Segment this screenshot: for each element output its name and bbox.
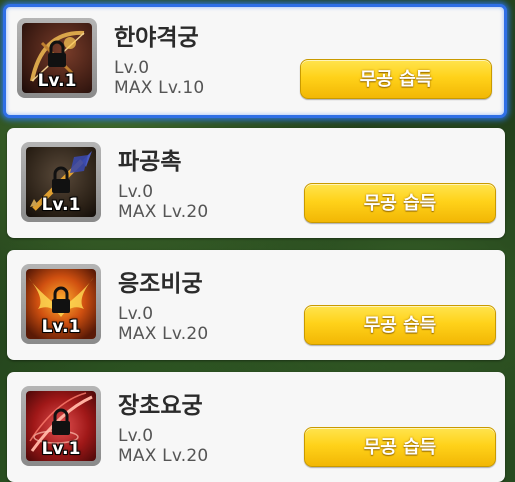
skill-icon-frame: Lv.1 — [21, 142, 101, 222]
current-level: Lv.0 — [118, 426, 154, 446]
learn-skill-button[interactable]: 무공 습득 — [300, 59, 492, 99]
flame-wings-icon: Lv.1 — [26, 269, 96, 339]
skill-card-pagongchok[interactable]: Lv.1 파공촉 Lv.0 MAX Lv.20 무공 습득 — [7, 128, 505, 238]
level-badge: Lv.1 — [41, 439, 81, 459]
skill-card-jangchoyogung[interactable]: Lv.1 장초요궁 Lv.0 MAX Lv.20 무공 습득 — [7, 372, 505, 482]
level-badge: Lv.1 — [37, 71, 77, 91]
max-level: MAX Lv.10 — [114, 78, 205, 98]
skill-list: Lv.1 한야격궁 Lv.0 MAX Lv.10 무공 습득 Lv.1 파공촉 — [0, 0, 515, 482]
learn-skill-button[interactable]: 무공 습득 — [304, 427, 496, 467]
max-level: MAX Lv.20 — [118, 202, 209, 222]
skill-card-hanyagyeokgung[interactable]: Lv.1 한야격궁 Lv.0 MAX Lv.10 무공 습득 — [3, 4, 507, 118]
skill-icon-frame: Lv.1 — [21, 386, 101, 466]
skill-name: 파공촉 — [118, 149, 182, 175]
level-badge: Lv.1 — [41, 195, 81, 215]
crimson-slash-icon: Lv.1 — [26, 391, 96, 461]
current-level: Lv.0 — [114, 58, 150, 78]
max-level: MAX Lv.20 — [118, 446, 209, 466]
level-badge: Lv.1 — [41, 317, 81, 337]
learn-skill-button[interactable]: 무공 습득 — [304, 183, 496, 223]
current-level: Lv.0 — [118, 182, 154, 202]
skill-name: 한야격궁 — [114, 25, 199, 51]
current-level: Lv.0 — [118, 304, 154, 324]
skill-name: 응조비궁 — [118, 271, 203, 297]
learn-skill-button[interactable]: 무공 습득 — [304, 305, 496, 345]
max-level: MAX Lv.20 — [118, 324, 209, 344]
skill-card-eungjobigung[interactable]: Lv.1 응조비궁 Lv.0 MAX Lv.20 무공 습득 — [7, 250, 505, 360]
skill-icon-frame: Lv.1 — [17, 18, 97, 98]
bow-dark-icon: Lv.1 — [22, 23, 92, 93]
skill-name: 장초요궁 — [118, 393, 203, 419]
arrowhead-icon: Lv.1 — [26, 147, 96, 217]
skill-icon-frame: Lv.1 — [21, 264, 101, 344]
